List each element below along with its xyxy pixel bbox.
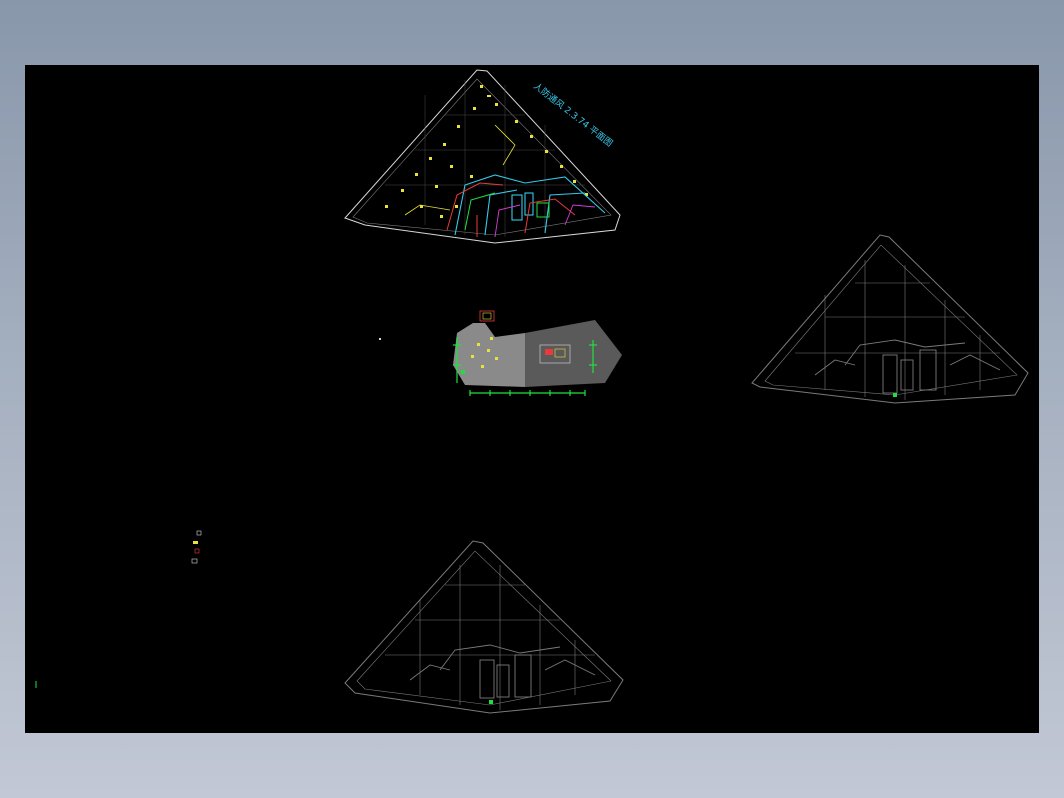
drawing-title: 人防通风 2.3.74 平面图 xyxy=(531,80,615,149)
floor-plan-bottom xyxy=(344,540,624,714)
drawing-canvas[interactable]: 人防通风 2.3.74 平面图 xyxy=(25,65,1039,733)
stray-symbols xyxy=(35,338,381,688)
cad-drawing: 人防通风 2.3.74 平面图 xyxy=(35,69,1029,714)
floor-plan-right xyxy=(751,234,1029,404)
center-detail-plan xyxy=(453,310,622,396)
floor-plan-colored xyxy=(344,69,621,244)
